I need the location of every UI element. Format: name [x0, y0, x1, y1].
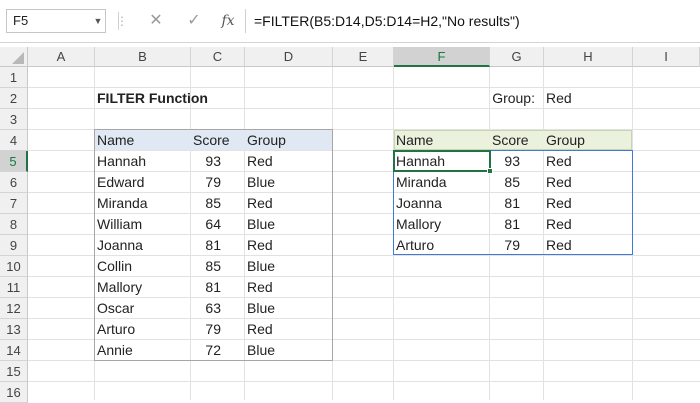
source-table-cell[interactable]: Red	[244, 277, 332, 298]
column-header-f[interactable]: F	[394, 47, 490, 67]
row-header-4[interactable]: 4	[0, 130, 28, 151]
chevron-down-icon[interactable]: ▼	[90, 9, 106, 33]
source-table-cell[interactable]: Arturo	[94, 319, 190, 340]
result-table-cell[interactable]: Red	[543, 151, 632, 172]
result-table-cell[interactable]: Red	[543, 172, 632, 193]
source-table-cell[interactable]: 79	[190, 319, 244, 340]
column-header-i[interactable]: I	[633, 47, 700, 67]
row-header-12[interactable]: 12	[0, 298, 28, 319]
gridline	[28, 381, 700, 382]
source-table-cell[interactable]: Red	[244, 151, 332, 172]
source-table-cell[interactable]: 85	[190, 256, 244, 277]
row-header-15[interactable]: 15	[0, 361, 28, 382]
result-table-cell[interactable]: Joanna	[393, 193, 489, 214]
source-table-cell[interactable]: Mallory	[94, 277, 190, 298]
result-table-cell[interactable]: Miranda	[393, 172, 489, 193]
result-table-cell[interactable]: Red	[543, 235, 632, 256]
result-table-cell[interactable]: 79	[489, 235, 543, 256]
source-table-cell[interactable]: 85	[190, 193, 244, 214]
source-table-cell[interactable]: Blue	[244, 256, 332, 277]
result-table-cell[interactable]: 85	[489, 172, 543, 193]
source-table-cell[interactable]: 64	[190, 214, 244, 235]
row-header-9[interactable]: 9	[0, 235, 28, 256]
result-table-cell[interactable]: Arturo	[393, 235, 489, 256]
column-header-h[interactable]: H	[544, 47, 633, 67]
result-table-cell[interactable]: 81	[489, 193, 543, 214]
row-header-1[interactable]: 1	[0, 67, 28, 88]
source-table-cell[interactable]: Oscar	[94, 298, 190, 319]
source-table-header[interactable]: Score	[190, 130, 244, 151]
result-table-header[interactable]: Name	[393, 130, 489, 151]
column-header-a[interactable]: A	[28, 47, 95, 67]
source-table-cell[interactable]: 72	[190, 340, 244, 361]
source-table-cell[interactable]: Red	[244, 235, 332, 256]
result-table-cell[interactable]: Red	[543, 193, 632, 214]
result-table-header[interactable]: Group	[543, 130, 632, 151]
result-table-header[interactable]: Score	[489, 130, 543, 151]
source-table-cell[interactable]: Red	[244, 193, 332, 214]
formula-input[interactable]: =FILTER(B5:D14,D5:D14=H2,"No results")	[245, 9, 695, 33]
row-header-14[interactable]: 14	[0, 340, 28, 361]
row-header-3[interactable]: 3	[0, 109, 28, 130]
source-table-cell[interactable]: William	[94, 214, 190, 235]
enter-icon[interactable]: ✓	[182, 9, 206, 33]
column-header-e[interactable]: E	[333, 47, 394, 67]
column-header-d[interactable]: D	[245, 47, 333, 67]
source-table-cell[interactable]: Blue	[244, 214, 332, 235]
column-header-b[interactable]: B	[95, 47, 191, 67]
cancel-icon[interactable]: ✕	[144, 9, 168, 33]
more-icon[interactable]: ⋮	[116, 9, 128, 33]
source-table-cell[interactable]: Blue	[244, 172, 332, 193]
criteria-value-cell[interactable]: Red	[543, 88, 632, 109]
source-table-header[interactable]: Group	[244, 130, 332, 151]
row-header-8[interactable]: 8	[0, 214, 28, 235]
sheet-title[interactable]: FILTER Function	[94, 88, 254, 109]
result-table-cell[interactable]: Red	[543, 214, 632, 235]
source-table-header[interactable]: Name	[94, 130, 190, 151]
select-all-icon	[12, 52, 24, 64]
row-header-10[interactable]: 10	[0, 256, 28, 277]
source-table-cell[interactable]: Miranda	[94, 193, 190, 214]
source-table-cell[interactable]: 81	[190, 277, 244, 298]
result-table-cell[interactable]: Mallory	[393, 214, 489, 235]
column-header-c[interactable]: C	[191, 47, 245, 67]
active-cell-f5[interactable]	[393, 150, 491, 172]
source-table-cell[interactable]: Hannah	[94, 151, 190, 172]
source-table-cell[interactable]: Blue	[244, 340, 332, 361]
source-table-cell[interactable]: 79	[190, 172, 244, 193]
row-header-6[interactable]: 6	[0, 172, 28, 193]
row-header-7[interactable]: 7	[0, 193, 28, 214]
source-table-cell[interactable]: Red	[244, 319, 332, 340]
result-table-cell[interactable]: 81	[489, 214, 543, 235]
source-table-cell[interactable]: Edward	[94, 172, 190, 193]
fill-handle[interactable]	[487, 168, 493, 174]
row-header-11[interactable]: 11	[0, 277, 28, 298]
source-table-cell[interactable]: 81	[190, 235, 244, 256]
function-icon[interactable]: fx	[216, 9, 240, 33]
source-table-cell[interactable]: Annie	[94, 340, 190, 361]
row-header-5[interactable]: 5	[0, 151, 28, 172]
source-table-cell[interactable]: Joanna	[94, 235, 190, 256]
criteria-label[interactable]: Group:	[489, 88, 543, 109]
source-table-cell[interactable]: 93	[190, 151, 244, 172]
result-table-cell[interactable]: 93	[489, 151, 543, 172]
source-table-cell[interactable]: Collin	[94, 256, 190, 277]
row-header-13[interactable]: 13	[0, 319, 28, 340]
row-header-2[interactable]: 2	[0, 88, 28, 109]
column-header-g[interactable]: G	[490, 47, 544, 67]
source-table-cell[interactable]: 63	[190, 298, 244, 319]
source-table-cell[interactable]: Blue	[244, 298, 332, 319]
